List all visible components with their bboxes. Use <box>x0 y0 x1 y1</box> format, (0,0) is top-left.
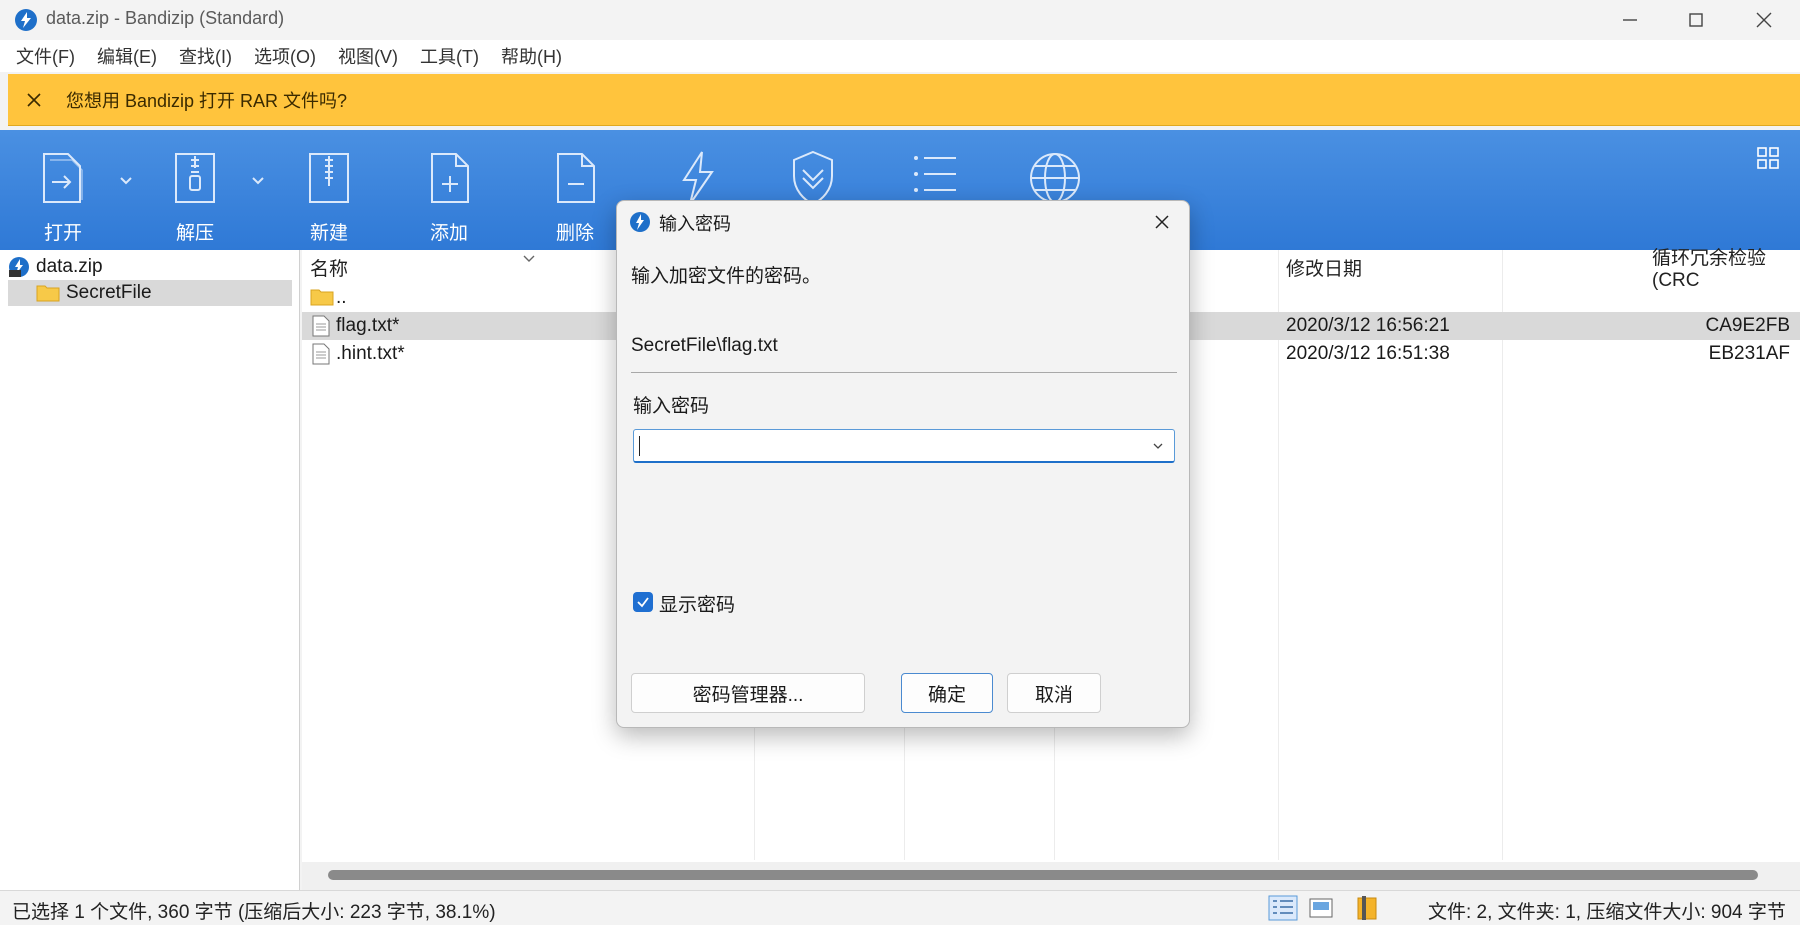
sort-chevron-icon <box>523 255 535 262</box>
horizontal-scrollbar-thumb[interactable] <box>328 870 1758 880</box>
cancel-button[interactable]: 取消 <box>1007 673 1101 713</box>
window-title: data.zip - Bandizip (Standard) <box>46 8 285 28</box>
archive-summary-status: 文件: 2, 文件夹: 1, 压缩文件大小: 904 字节 <box>1428 902 1786 923</box>
password-input[interactable] <box>634 430 1134 460</box>
extract-dropdown-chevron-icon[interactable] <box>248 170 268 190</box>
tree-item-secretfile[interactable]: SecretFile <box>8 280 292 306</box>
folder-tree: data.zip SecretFile <box>0 250 300 890</box>
open-label: 打开 <box>43 223 82 244</box>
tree-folder-label: SecretFile <box>66 282 152 303</box>
password-combobox[interactable] <box>633 429 1175 463</box>
open-archive-icon <box>43 153 83 203</box>
view-mode-icon[interactable] <box>1756 146 1780 170</box>
show-password-checkbox[interactable] <box>633 592 653 612</box>
maximize-icon <box>1689 13 1703 27</box>
open-dropdown-chevron-icon[interactable] <box>116 170 136 190</box>
minimize-button[interactable] <box>1594 0 1666 40</box>
dialog-title: 输入密码 <box>659 214 731 234</box>
menu-file[interactable]: 文件(F) <box>16 43 75 69</box>
extract-button[interactable]: 解压 <box>150 150 240 245</box>
menu-tools[interactable]: 工具(T) <box>420 43 479 69</box>
menu-find[interactable]: 查找(I) <box>179 43 232 69</box>
maximize-button[interactable] <box>1660 0 1732 40</box>
encrypted-file-path: SecretFile\flag.txt <box>631 335 778 356</box>
menu-edit[interactable]: 编辑(E) <box>97 43 157 69</box>
parent-folder-label: .. <box>336 287 347 308</box>
checkmark-icon <box>637 597 649 608</box>
password-history-dropdown[interactable] <box>1146 434 1170 458</box>
extract-label: 解压 <box>175 223 214 244</box>
bandizip-window: data.zip - Bandizip (Standard) 文件(F) 编辑(… <box>0 0 1800 925</box>
menu-bar: 文件(F) 编辑(E) 查找(I) 选项(O) 视图(V) 工具(T) 帮助(H… <box>0 40 1800 72</box>
menu-view[interactable]: 视图(V) <box>338 43 398 69</box>
file-modified: 2020/3/12 16:56:21 <box>1286 315 1450 336</box>
title-bar: data.zip - Bandizip (Standard) <box>0 0 1800 40</box>
delete-file-icon <box>557 153 595 203</box>
dialog-close-button[interactable] <box>1145 205 1179 239</box>
password-label: 输入密码 <box>633 396 710 417</box>
open-button[interactable]: 打开 <box>18 150 108 245</box>
banner-close-button[interactable] <box>8 74 60 126</box>
selection-status: 已选择 1 个文件, 360 字节 (压缩后大小: 223 字节, 38.1%) <box>12 902 496 923</box>
tree-item-archive[interactable]: data.zip <box>8 254 292 280</box>
delete-files-button[interactable]: 删除 <box>530 150 620 245</box>
add-label: 添加 <box>429 223 468 244</box>
divider <box>631 372 1177 373</box>
globe-icon <box>1030 153 1080 203</box>
new-archive-icon <box>309 153 349 203</box>
tree-archive-label: data.zip <box>36 256 103 277</box>
horizontal-scrollbar-track[interactable] <box>302 862 1800 890</box>
folder-icon <box>36 285 60 302</box>
close-icon <box>1155 215 1169 229</box>
lightning-icon <box>682 151 714 205</box>
text-file-icon <box>312 343 330 365</box>
chevron-down-icon <box>1153 443 1163 449</box>
new-archive-button[interactable]: 新建 <box>284 150 374 245</box>
column-header-name[interactable]: 名称 <box>310 250 348 284</box>
password-dialog: 输入密码 输入加密文件的密码。 SecretFile\flag.txt 输入密码… <box>616 200 1190 728</box>
details-view-icon[interactable] <box>1268 895 1298 921</box>
delete-label: 删除 <box>555 223 594 244</box>
text-cursor <box>639 436 640 456</box>
shield-icon <box>793 150 833 206</box>
file-crc: EB231AF <box>1708 343 1790 364</box>
show-password-label[interactable]: 显示密码 <box>659 590 735 617</box>
close-window-button[interactable] <box>1728 0 1800 40</box>
banner-message: 您想用 Bandizip 打开 RAR 文件吗? <box>66 90 348 111</box>
bandizip-logo-icon <box>630 212 650 232</box>
file-name: .hint.txt* <box>336 343 405 364</box>
file-modified: 2020/3/12 16:51:38 <box>1286 343 1450 364</box>
dialog-message: 输入加密文件的密码。 <box>631 266 822 287</box>
status-bar: 已选择 1 个文件, 360 字节 (压缩后大小: 223 字节, 38.1%)… <box>0 890 1800 925</box>
minimize-icon <box>1623 19 1637 21</box>
menu-options[interactable]: 选项(O) <box>254 43 316 69</box>
archive-info-icon[interactable] <box>1352 895 1382 921</box>
column-header-modified[interactable]: 修改日期 <box>1286 250 1362 284</box>
password-manager-button[interactable]: 密码管理器... <box>631 673 865 713</box>
menu-help[interactable]: 帮助(H) <box>501 43 562 69</box>
list-icon <box>914 156 956 192</box>
close-icon <box>27 92 41 107</box>
new-label: 新建 <box>309 223 348 244</box>
preview-view-icon[interactable] <box>1306 895 1336 921</box>
bandizip-logo-icon <box>15 9 37 31</box>
file-crc: CA9E2FB <box>1705 315 1790 336</box>
rar-association-banner: 您想用 Bandizip 打开 RAR 文件吗? <box>8 74 1800 126</box>
extract-zip-icon <box>175 153 215 203</box>
column-header-crc[interactable]: 循环冗余检验 (CRC <box>1652 248 1800 291</box>
close-icon <box>1756 12 1772 28</box>
ok-button[interactable]: 确定 <box>901 673 993 713</box>
zip-archive-icon <box>9 257 29 277</box>
folder-icon <box>310 289 334 306</box>
add-file-icon <box>431 153 469 203</box>
add-files-button[interactable]: 添加 <box>404 150 494 245</box>
file-name: flag.txt* <box>336 315 400 336</box>
text-file-icon <box>312 315 330 337</box>
